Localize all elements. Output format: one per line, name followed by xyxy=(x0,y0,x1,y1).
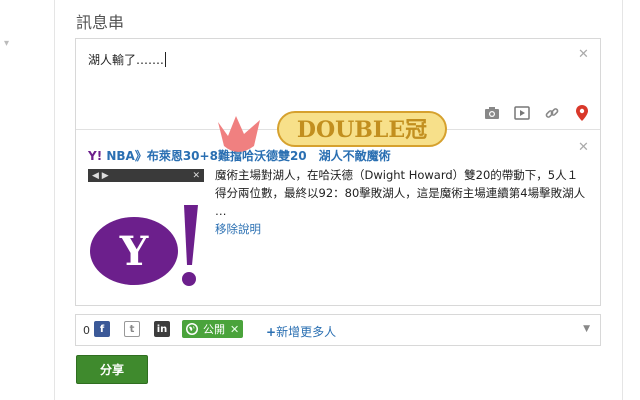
svg-text:Y: Y xyxy=(119,228,149,275)
audience-chip-public[interactable]: 公開 ✕ xyxy=(182,320,244,338)
text-cursor xyxy=(164,52,166,67)
twitter-icon[interactable]: t xyxy=(124,321,140,337)
collapse-caret-icon[interactable]: ▾ xyxy=(4,38,9,49)
share-button[interactable]: 分享 xyxy=(76,355,148,384)
thumbnail-prev-icon[interactable]: ◀ xyxy=(92,171,99,181)
right-divider xyxy=(622,0,623,400)
post-text-input[interactable]: 湖人輸了……. xyxy=(88,51,166,68)
yahoo-logo-thumbnail: Y xyxy=(88,189,204,299)
yahoo-source-icon: Y! xyxy=(88,149,103,163)
audience-bar: 0 f t in 公開 ✕ +新增更多人 ▼ xyxy=(75,314,601,346)
plus-icon: + xyxy=(266,325,277,339)
post-composer[interactable]: 湖人輸了……. ✕ ✕ Y! NBA》布萊恩30+8難擋哈沃德雙20 湖人不敵魔… xyxy=(75,38,601,306)
add-more-people-link[interactable]: +新增更多人 xyxy=(266,323,336,340)
link-description: 魔術主場對湖人，在哈沃德（Dwight Howard）雙20的帶動下，5人１得分… xyxy=(215,168,586,218)
video-icon[interactable] xyxy=(514,105,530,121)
link-icon[interactable] xyxy=(544,105,560,121)
remove-description-link[interactable]: 移除說明 xyxy=(215,221,261,237)
left-divider xyxy=(54,0,55,400)
remove-audience-icon[interactable]: ✕ xyxy=(230,323,239,336)
thumbnail-next-icon[interactable]: ▶ xyxy=(102,171,109,181)
camera-icon[interactable] xyxy=(484,105,500,121)
location-pin-icon[interactable] xyxy=(574,105,590,121)
left-gutter: ▾ xyxy=(0,0,54,400)
audience-dropdown-icon[interactable]: ▼ xyxy=(583,324,590,334)
share-count: 0 xyxy=(83,324,90,337)
remove-link-preview-icon[interactable]: ✕ xyxy=(578,140,589,155)
thumbnail-close-icon[interactable]: ✕ xyxy=(192,171,200,181)
add-more-people-label: 新增更多人 xyxy=(276,325,337,339)
thumbnail-controls: ◀ ▶ xyxy=(92,171,109,181)
media-toolbar xyxy=(484,105,590,121)
globe-icon xyxy=(186,323,198,335)
stream-title: 訊息串 xyxy=(76,13,125,32)
watermark-text: DOUBLE冠 xyxy=(297,117,427,143)
close-composer-icon[interactable]: ✕ xyxy=(578,47,589,62)
audience-chip-label: 公開 xyxy=(203,323,225,336)
post-text-value: 湖人輸了……. xyxy=(88,53,164,67)
linkedin-icon[interactable]: in xyxy=(154,321,170,337)
double-crown-watermark: DOUBLE冠 xyxy=(218,111,447,152)
thumbnail-navigator: ◀ ▶ ✕ xyxy=(88,169,204,182)
facebook-icon[interactable]: f xyxy=(94,321,110,337)
